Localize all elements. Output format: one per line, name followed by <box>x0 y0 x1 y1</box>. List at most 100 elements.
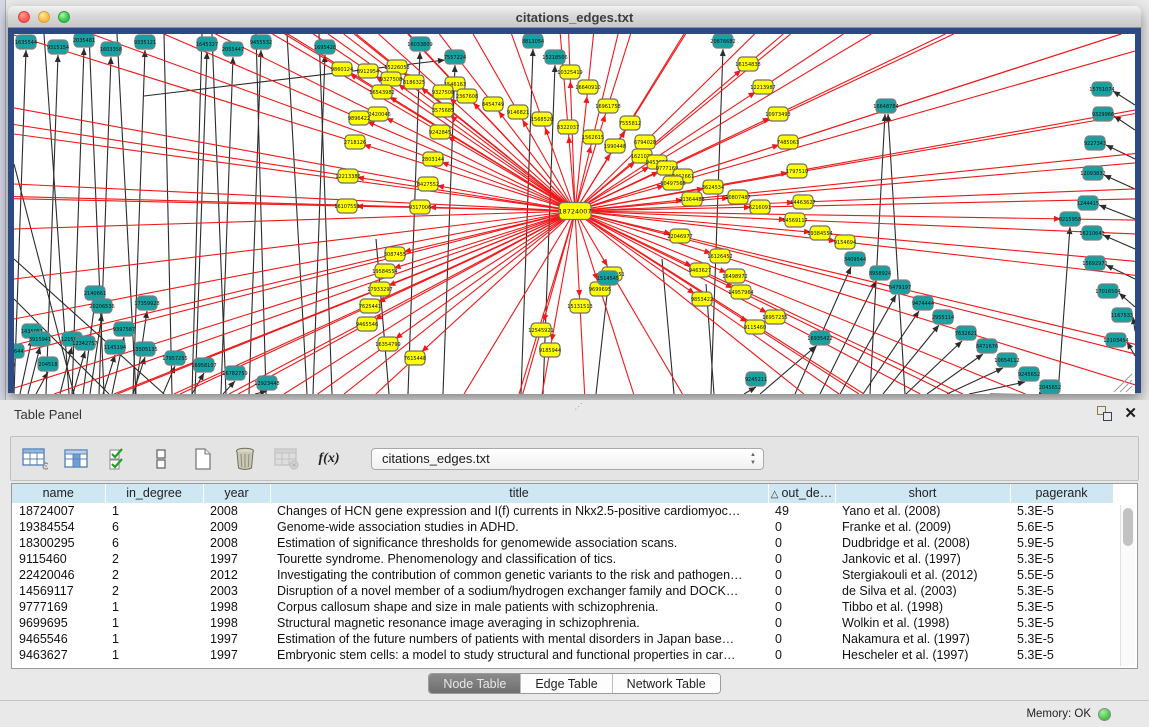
column-header-pagerank[interactable]: pagerank <box>1010 484 1113 503</box>
column-header-out_de[interactable]: △out_de… <box>768 484 835 503</box>
graph-node-label: 16961758 <box>595 104 620 110</box>
network-window[interactable]: citations_edges.txt 98601248912954152260… <box>8 6 1141 393</box>
graph-node-label: 16354799 <box>375 342 400 348</box>
graph-node-label: 1167533 <box>1111 313 1133 319</box>
table-toolbar: ⚙ <box>10 436 1139 481</box>
table-row[interactable]: 2242004622012Investigating the contribut… <box>12 567 1113 583</box>
column-header-title[interactable]: title <box>270 484 768 503</box>
graph-node-label: 8454749 <box>482 102 504 108</box>
graph-node-label: 9185944 <box>539 348 561 354</box>
graph-node-label: 7485063 <box>777 140 799 146</box>
delete-table-icon[interactable] <box>273 445 301 473</box>
table-row[interactable]: 1938455462009Genome-wide association stu… <box>12 519 1113 535</box>
graph-node-label: 9329966 <box>1092 112 1114 118</box>
status-bar: Memory: OK <box>0 700 1149 727</box>
table-selector-dropdown[interactable]: citations_edges.txt ▲▼ <box>371 448 764 470</box>
node-table: namein_degreeyeartitle△out_de…shortpager… <box>11 483 1138 669</box>
graph-node-label: 19584554 <box>372 269 397 275</box>
graph-node-label: 9474444 <box>912 301 934 307</box>
graph-node-label: 9327508 <box>380 77 402 83</box>
graph-node-label: 12213386 <box>335 174 360 180</box>
table-mode-icon[interactable]: ⚙ <box>21 445 49 473</box>
graph-node-label: 13505135 <box>132 347 157 353</box>
graph-node-label: 16957255 <box>762 315 787 321</box>
graph-node-label: 9853422 <box>691 297 713 303</box>
column-header-in_degree[interactable]: in_degree <box>105 484 203 503</box>
network-view[interactable]: 9860124891295415226058932750816543982818… <box>14 34 1135 394</box>
graph-node-label: 16033809 <box>407 42 432 48</box>
table-row[interactable]: 969969511998Structural magnetic resonanc… <box>12 615 1113 631</box>
graph-node-label: 1145194 <box>104 345 126 351</box>
graph-node-label: 1244415 <box>1077 201 1099 207</box>
graph-node-label: 2803144 <box>422 157 444 163</box>
desktop-left-edge <box>0 0 6 400</box>
graph-node-label: 9315154 <box>47 45 69 51</box>
table-row[interactable]: 1872400712008Changes of HCN gene express… <box>12 503 1113 519</box>
graph-node-label: 10654112 <box>994 358 1019 364</box>
graph-node-label: 2045652 <box>1039 385 1061 391</box>
graph-node-label: 3409544 <box>844 257 866 263</box>
tab-network-table[interactable]: Network Table <box>612 674 720 693</box>
close-panel-icon[interactable]: ✕ <box>1124 406 1137 421</box>
table-row[interactable]: 946362711997Embryonic stem cells: a mode… <box>12 647 1113 663</box>
graph-node-label: 8471676 <box>976 344 998 350</box>
graph-node-label: 22046977 <box>667 234 692 240</box>
graph-node-label: 7625441 <box>359 304 381 310</box>
graph-node-label: 17933297 <box>367 287 392 293</box>
graph-node-label: 15751074 <box>1089 87 1114 93</box>
table-scrollbar-thumb[interactable] <box>1123 508 1133 546</box>
graph-node-label: 2718126 <box>344 140 366 146</box>
new-file-icon[interactable] <box>189 445 217 473</box>
table-scrollbar-track[interactable] <box>1120 505 1135 666</box>
function-builder-icon[interactable]: f(x) <box>315 445 343 473</box>
graph-node-label: 16640910 <box>575 85 600 91</box>
graph-node-label: 7615448 <box>404 356 426 362</box>
row-height-icon[interactable] <box>147 445 175 473</box>
graph-node-label: 2035481 <box>73 38 95 44</box>
float-window-icon[interactable] <box>1097 406 1112 421</box>
table-row[interactable]: 946554611997Estimation of the future num… <box>12 631 1113 647</box>
graph-node-label: 9245652 <box>1018 372 1040 378</box>
graph-node-label: 10497568 <box>660 181 685 187</box>
graph-node-label: 7555812 <box>619 121 641 127</box>
table-row[interactable]: 977716911998Corpus callosum shape and si… <box>12 599 1113 615</box>
graph-node-label: 1603358 <box>100 47 122 53</box>
graph-node-label: 6794028 <box>634 140 656 146</box>
svg-text:⚙: ⚙ <box>41 461 48 470</box>
graph-node-label: 14957964 <box>728 290 753 296</box>
table-row[interactable]: 1456911722003Disruption of a novel membe… <box>12 583 1113 599</box>
graph-node-label: 12923448 <box>254 381 279 387</box>
graph-node-label: 16648784 <box>873 104 898 110</box>
table-panel: ⋰ Table Panel ✕ ⚙ <box>0 400 1149 727</box>
column-header-short[interactable]: short <box>835 484 1010 503</box>
tab-node-table[interactable]: Node Table <box>429 674 520 693</box>
graph-node-label: 9242845 <box>429 130 451 136</box>
show-columns-icon[interactable] <box>63 445 91 473</box>
graph-node-label: 9335121 <box>134 40 156 46</box>
graph-node-label: 9227343 <box>1084 141 1106 147</box>
checklist-icon[interactable] <box>105 445 133 473</box>
graph-node-label: 16935422 <box>807 336 832 342</box>
graph-node-label: 9896422 <box>348 116 370 122</box>
graph-node-label: 1990448 <box>604 144 626 150</box>
tab-edge-table[interactable]: Edge Table <box>520 674 611 693</box>
network-window-content: 9860124891295415226058932750816543982818… <box>8 28 1141 393</box>
graph-node-label: 15692971 <box>1082 261 1107 267</box>
network-window-titlebar[interactable]: citations_edges.txt <box>8 6 1141 28</box>
graph-node-label: 9327508 <box>432 90 454 96</box>
column-header-year[interactable]: year <box>203 484 270 503</box>
delete-icon[interactable] <box>231 445 259 473</box>
table-row[interactable]: 1830029562008Estimation of significance … <box>12 535 1113 551</box>
graph-node-label: 3624534 <box>702 185 724 191</box>
graph-node-label: 8215958 <box>1059 217 1081 223</box>
graph-node-label: 19384554 <box>807 231 832 237</box>
column-header-name[interactable]: name <box>12 484 105 503</box>
graph-node-label: 14463627 <box>790 200 815 206</box>
graph-node-label: 1635544 <box>15 40 37 46</box>
graph-node-label: 10807487 <box>725 195 750 201</box>
table-row[interactable]: 911546021997Tourette syndrome. Phenomeno… <box>12 551 1113 567</box>
graph-node-label: 6216091 <box>749 205 771 211</box>
memory-status-indicator[interactable] <box>1098 708 1111 721</box>
graph-node-label: 2367608 <box>456 94 478 100</box>
panel-drag-handle[interactable]: ⋰ <box>575 402 584 411</box>
